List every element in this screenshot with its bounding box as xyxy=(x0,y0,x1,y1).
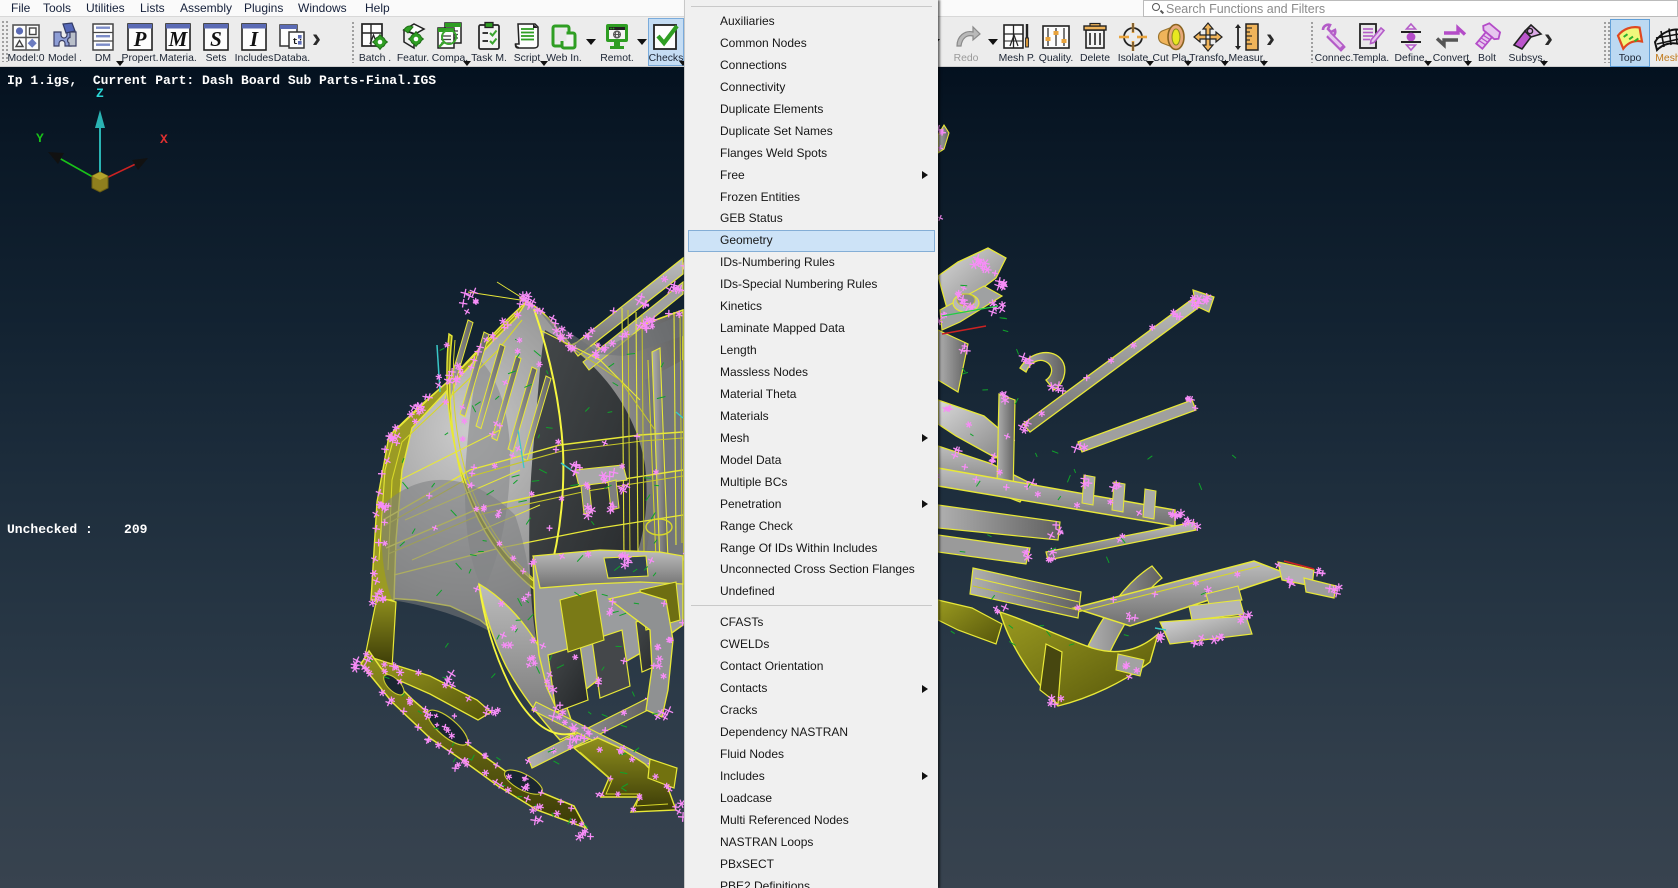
svg-text:M: M xyxy=(168,27,189,51)
svg-text:Y: Y xyxy=(36,131,44,146)
svg-text:t:: t: xyxy=(293,37,304,47)
svg-text:Z: Z xyxy=(96,86,104,101)
svg-text:X: X xyxy=(160,132,168,147)
svg-text:I: I xyxy=(249,27,259,51)
svg-text:P: P xyxy=(133,27,147,51)
svg-text:S: S xyxy=(210,27,222,51)
